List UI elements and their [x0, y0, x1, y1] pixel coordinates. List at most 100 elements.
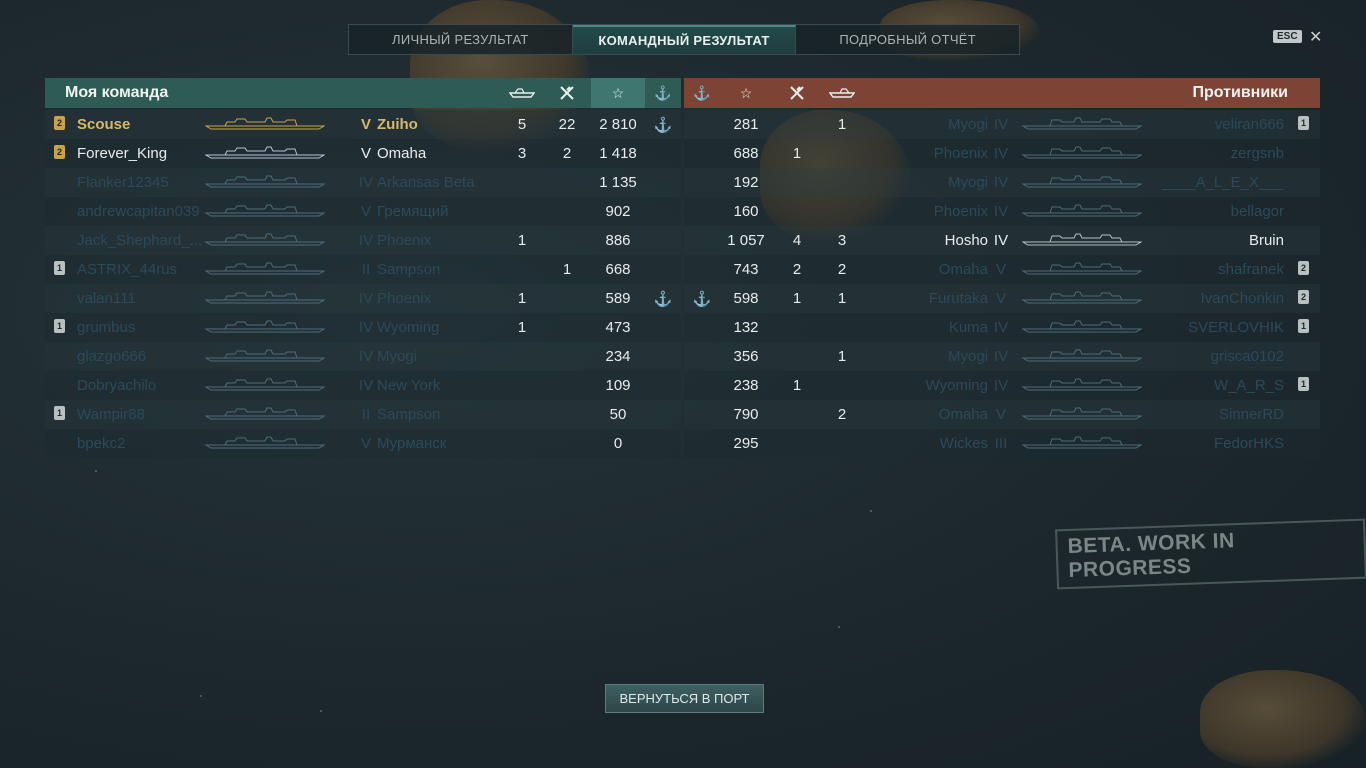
player-row[interactable]: 295 Wickes III FedorHKS	[684, 429, 1320, 458]
player-name: Dobryachilo	[77, 377, 157, 394]
ship-silhouette-icon	[204, 232, 326, 246]
planes-destroyed-count: 1	[792, 290, 802, 307]
star-dot	[320, 710, 322, 712]
player-row[interactable]: 132 Kuma IV SVERLOVHIK 1	[684, 313, 1320, 342]
my-team-title: Моя команда	[65, 84, 169, 101]
ship-tier: IV	[993, 232, 1009, 249]
player-row[interactable]: andrewcapitan039 V Гремящий 902	[45, 197, 681, 226]
player-row[interactable]: Flanker12345 IV Arkansas Beta 1 135	[45, 168, 681, 197]
ship-tier: IV	[358, 290, 374, 307]
player-row[interactable]: Jack_Shephard_... IV Phoenix 1 886	[45, 226, 681, 255]
ship-silhouette-icon	[204, 406, 326, 420]
ship-tier: II	[361, 406, 371, 423]
ship-silhouette-icon	[1021, 435, 1143, 449]
player-row[interactable]: 2 Scouse V Zuiho 5 22 2 810 ⚓	[45, 110, 681, 139]
ship-tier: III	[994, 435, 1008, 452]
ships-sunk-count: 1	[517, 232, 527, 249]
player-row[interactable]: 1 057 4 3 Hosho IV Bruin	[684, 226, 1320, 255]
player-row[interactable]: 281 1 Myogi IV veliran666 1	[684, 110, 1320, 139]
experience-star-icon[interactable]: ☆	[726, 78, 766, 108]
player-name: bpekc2	[77, 435, 126, 452]
experience-value: 0	[613, 435, 623, 452]
experience-value: 598	[733, 290, 759, 307]
experience-value: 295	[733, 435, 759, 452]
planes-destroyed-icon[interactable]	[777, 78, 817, 108]
player-name: Scouse	[77, 116, 131, 133]
player-name: Wampir88	[77, 406, 145, 423]
player-name: FedorHKS	[1213, 435, 1284, 452]
experience-value: 109	[605, 377, 631, 394]
return-to-port-button[interactable]: ВЕРНУТЬСЯ В ПОРТ	[605, 684, 764, 713]
player-name: W_A_R_S	[1213, 377, 1284, 394]
player-row[interactable]: 1 Wampir88 II Sampson 50	[45, 400, 681, 429]
tab-personal-result[interactable]: ЛИЧНЫЙ РЕЗУЛЬТАТ	[349, 25, 573, 54]
player-row[interactable]: bpekc2 V Мурманск 0	[45, 429, 681, 458]
ships-sunk-count: 2	[837, 261, 847, 278]
ship-tier: IV	[358, 377, 374, 394]
ship-silhouette-icon	[1021, 406, 1143, 420]
player-row[interactable]: ⚓ 598 1 1 Furutaka V IvanChonkin 2	[684, 284, 1320, 313]
ship-tier: V	[995, 261, 1006, 278]
planes-destroyed-icon[interactable]	[547, 78, 587, 108]
planes-destroyed-count: 1	[792, 377, 802, 394]
experience-value: 1 135	[599, 174, 637, 191]
capture-anchor-icon[interactable]: ⚓	[643, 78, 683, 108]
ship-silhouette-icon	[204, 319, 326, 333]
player-row[interactable]: 192 Myogi IV ____A_L_E_X___	[684, 168, 1320, 197]
star-dot	[870, 510, 872, 512]
experience-value: 886	[605, 232, 631, 249]
planes-destroyed-count: 1	[562, 261, 572, 278]
capture-anchor-icon[interactable]: ⚓	[682, 78, 722, 108]
ships-sunk-count: 1	[837, 348, 847, 365]
player-row[interactable]: 238 1 Wyoming IV W_A_R_S 1	[684, 371, 1320, 400]
planes-destroyed-count: 2	[562, 145, 572, 162]
capture-anchor-icon: ⚓	[692, 291, 712, 308]
ship-silhouette-icon	[204, 145, 326, 159]
rank-badge: 2	[54, 116, 65, 130]
ship-tier: IV	[993, 319, 1009, 336]
rank-badge: 1	[54, 261, 65, 275]
player-row[interactable]: 1 grumbus IV Wyoming 1 473	[45, 313, 681, 342]
ship-name: Omaha	[938, 261, 988, 278]
player-row[interactable]: 356 1 Myogi IV grisca0102	[684, 342, 1320, 371]
island-decoration	[1200, 670, 1366, 768]
ships-sunk-count: 3	[517, 145, 527, 162]
ship-sunk-icon[interactable]	[502, 78, 542, 108]
star-dot	[200, 695, 202, 697]
player-row[interactable]: valan111 IV Phoenix 1 589 ⚓	[45, 284, 681, 313]
player-row[interactable]: glazgo666 IV Myogi 234	[45, 342, 681, 371]
ship-tier: V	[360, 145, 371, 162]
player-name: SVERLOVHIK	[1188, 319, 1284, 336]
enemy-team-header: ⚓ ☆ Противники	[684, 78, 1320, 108]
ship-tier: IV	[993, 174, 1009, 191]
ships-sunk-count: 2	[837, 406, 847, 423]
close-icon[interactable]: ✕	[1309, 27, 1322, 47]
experience-value: 356	[733, 348, 759, 365]
player-row[interactable]: 1 ASTRIX_44rus II Sampson 1 668	[45, 255, 681, 284]
experience-value: 281	[733, 116, 759, 133]
tab-detailed-report[interactable]: ПОДРОБНЫЙ ОТЧЁТ	[796, 25, 1019, 54]
experience-value: 743	[733, 261, 759, 278]
ship-sunk-icon[interactable]	[822, 78, 862, 108]
capture-anchor-icon: ⚓	[653, 291, 673, 308]
experience-value: 238	[733, 377, 759, 394]
player-row[interactable]: 2 Forever_King V Omaha 3 2 1 418	[45, 139, 681, 168]
player-row[interactable]: 743 2 2 Omaha Vshafranek 2	[684, 255, 1320, 284]
player-row[interactable]: 688 1 Phoenix IV zergsnb	[684, 139, 1320, 168]
ship-silhouette-icon	[1021, 348, 1143, 362]
player-row[interactable]: 790 2 Omaha V SinnerRD	[684, 400, 1320, 429]
ships-sunk-count: 1	[837, 116, 847, 133]
ship-silhouette-icon	[204, 348, 326, 362]
player-name: Bruin	[1248, 232, 1284, 249]
ships-sunk-count: 1	[837, 290, 847, 307]
experience-value: 473	[605, 319, 631, 336]
tab-team-result[interactable]: КОМАНДНЫЙ РЕЗУЛЬТАТ	[572, 25, 797, 54]
experience-value: 50	[609, 406, 627, 423]
rank-badge: 1	[1298, 377, 1309, 391]
player-row[interactable]: 160 Phoenix IV bellagor	[684, 197, 1320, 226]
ship-tier: IV	[993, 203, 1009, 220]
player-name: Flanker12345	[77, 174, 169, 191]
planes-destroyed-count: 22	[558, 116, 576, 133]
player-row[interactable]: Dobryachilo IV New York 109	[45, 371, 681, 400]
experience-star-icon[interactable]: ☆	[591, 78, 645, 108]
